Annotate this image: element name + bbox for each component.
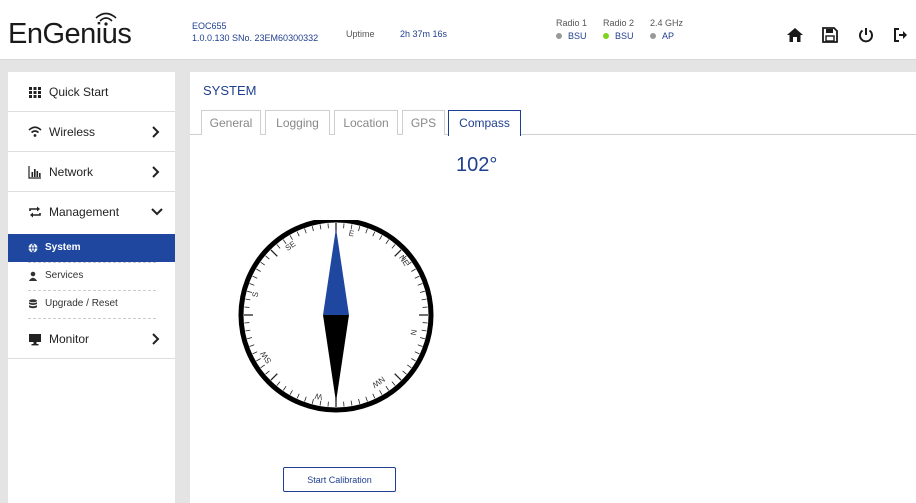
radio2-status: Radio 2 BSU	[603, 17, 634, 43]
radio24-mode: AP	[662, 31, 675, 41]
sidebar-subitem-label: Services	[45, 270, 84, 281]
transfer-icon	[29, 206, 41, 218]
tab-compass[interactable]: Compass	[448, 110, 521, 136]
uptime-label: Uptime	[346, 29, 375, 39]
chevron-down-icon	[151, 208, 163, 216]
database-icon	[29, 299, 37, 309]
logout-icon[interactable]	[892, 26, 910, 44]
sidebar-item-label: Wireless	[49, 125, 96, 139]
logo-wifi-icon	[95, 12, 117, 26]
sidebar-subitem-system[interactable]: System	[8, 234, 175, 262]
device-info: EOC655 1.0.0.130 SNo. 23EM60300332	[192, 20, 318, 44]
tab-general[interactable]: General	[201, 110, 261, 135]
main-panel: SYSTEM General Logging Location GPS Comp…	[190, 72, 916, 503]
tab-bar: General Logging Location GPS Compass	[190, 110, 916, 136]
radio1-dot	[556, 33, 562, 39]
radio1-name: Radio 1	[556, 18, 588, 28]
sidebar-subitem-upgrade-reset[interactable]: Upgrade / Reset	[8, 290, 175, 318]
sidebar-item-management[interactable]: Management	[8, 192, 175, 232]
device-model: EOC655	[192, 21, 227, 31]
power-icon[interactable]	[857, 26, 875, 44]
tab-gps[interactable]: GPS	[402, 110, 445, 135]
sidebar-item-label: Network	[49, 165, 94, 179]
chevron-right-icon	[152, 166, 160, 178]
sidebar-item-monitor[interactable]: Monitor	[8, 319, 175, 359]
sidebar-item-label: Quick Start	[49, 85, 109, 99]
wifi-icon	[28, 126, 42, 137]
sidebar-item-network[interactable]: Network	[8, 152, 175, 192]
grid-icon	[29, 87, 41, 98]
firmware-serial: 1.0.0.130 SNo. 23EM60300332	[192, 33, 319, 43]
compass-dial: E NE N NW W SW S SE	[238, 220, 434, 413]
sidebar-item-label: Management	[49, 205, 120, 219]
radio1-status: Radio 1 BSU	[556, 17, 587, 43]
tab-location[interactable]: Location	[334, 110, 398, 135]
sidebar-item-label: Monitor	[49, 332, 90, 346]
save-icon[interactable]	[821, 26, 839, 44]
compass-heading-value: 102°	[456, 154, 498, 176]
start-calibration-button[interactable]: Start Calibration	[283, 467, 396, 492]
globe-icon	[28, 243, 38, 253]
radio24-status: 2.4 GHz AP	[650, 17, 683, 43]
top-header: EnGenius EOC655 1.0.0.130 SNo. 23EM60300…	[0, 0, 916, 60]
uptime-value: 2h 37m 16s	[400, 29, 448, 39]
sidebar: Quick Start Wireless Network Management	[8, 72, 175, 503]
radio2-dot	[603, 33, 609, 39]
sidebar-item-wireless[interactable]: Wireless	[8, 112, 175, 152]
bar-chart-icon	[28, 166, 41, 179]
radio24-dot	[650, 33, 656, 39]
sidebar-subitem-label: Upgrade / Reset	[45, 298, 118, 309]
radio24-name: 2.4 GHz	[650, 18, 684, 28]
user-icon	[28, 271, 38, 281]
home-icon[interactable]	[786, 26, 804, 44]
sidebar-item-quick-start[interactable]: Quick Start	[8, 72, 175, 112]
sidebar-subitem-label: System	[45, 242, 81, 253]
chevron-right-icon	[152, 126, 160, 138]
page-title: SYSTEM	[203, 83, 257, 98]
chevron-right-icon	[152, 333, 160, 345]
radio2-mode: BSU	[615, 31, 634, 41]
tab-logging[interactable]: Logging	[265, 110, 330, 135]
radio1-mode: BSU	[568, 31, 587, 41]
sidebar-subitem-services[interactable]: Services	[8, 262, 175, 290]
radio2-name: Radio 2	[603, 18, 635, 28]
monitor-icon	[29, 334, 41, 346]
